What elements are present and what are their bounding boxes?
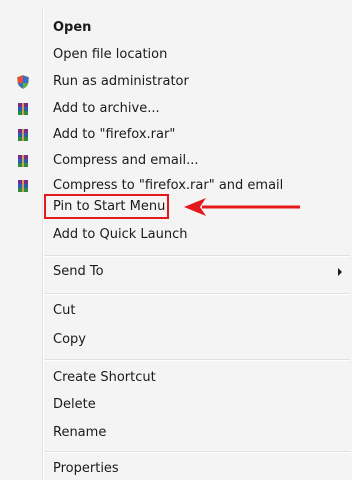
menu-separator (44, 359, 350, 360)
menu-item-label: Send To (53, 264, 104, 279)
submenu-arrow-icon (338, 268, 342, 276)
menu-item-label: Cut (53, 303, 76, 318)
winrar-icon (18, 129, 28, 141)
menu-item-label: Delete (53, 397, 96, 412)
winrar-icon (18, 180, 28, 192)
highlight-box (44, 194, 169, 219)
menu-item-label: Add to archive... (53, 101, 160, 116)
menu-item-label: Add to Quick Launch (53, 227, 188, 242)
menu-item-properties[interactable]: Properties (0, 456, 352, 480)
menu-item-label: Add to "firefox.rar" (53, 127, 176, 142)
menu-item-add-to-firefox-rar[interactable]: Add to "firefox.rar" (0, 122, 352, 148)
winrar-icon (18, 155, 28, 167)
menu-item-add-to-quick-launch[interactable]: Add to Quick Launch (0, 222, 352, 248)
menu-separator (44, 293, 350, 294)
menu-item-label: Copy (53, 332, 86, 347)
menu-item-copy[interactable]: Copy (0, 327, 352, 353)
menu-item-label: Create Shortcut (53, 370, 156, 385)
menu-item-send-to[interactable]: Send To (0, 259, 352, 285)
menu-item-add-to-archive[interactable]: Add to archive... (0, 96, 352, 122)
menu-item-label: Rename (53, 425, 107, 440)
menu-item-label: Open file location (53, 47, 168, 62)
menu-separator (44, 451, 350, 452)
menu-item-rename[interactable]: Rename (0, 420, 352, 446)
menu-item-open[interactable]: Open (0, 15, 352, 41)
red-arrow-left-icon (184, 198, 300, 216)
menu-item-compress-and-email[interactable]: Compress and email... (0, 148, 352, 174)
menu-item-delete[interactable]: Delete (0, 392, 352, 418)
menu-item-label: Run as administrator (53, 74, 189, 89)
menu-item-label: Open (53, 20, 92, 35)
context-menu: Open Open file location Run as administr… (0, 0, 352, 480)
menu-item-cut[interactable]: Cut (0, 298, 352, 324)
menu-item-label: Compress and email... (53, 153, 199, 168)
menu-item-run-as-administrator[interactable]: Run as administrator (0, 69, 352, 95)
menu-item-open-file-location[interactable]: Open file location (0, 42, 352, 68)
winrar-icon (18, 103, 28, 115)
menu-separator (44, 255, 350, 256)
menu-item-label: Properties (53, 461, 119, 476)
uac-shield-icon (17, 75, 29, 89)
menu-item-create-shortcut[interactable]: Create Shortcut (0, 365, 352, 391)
